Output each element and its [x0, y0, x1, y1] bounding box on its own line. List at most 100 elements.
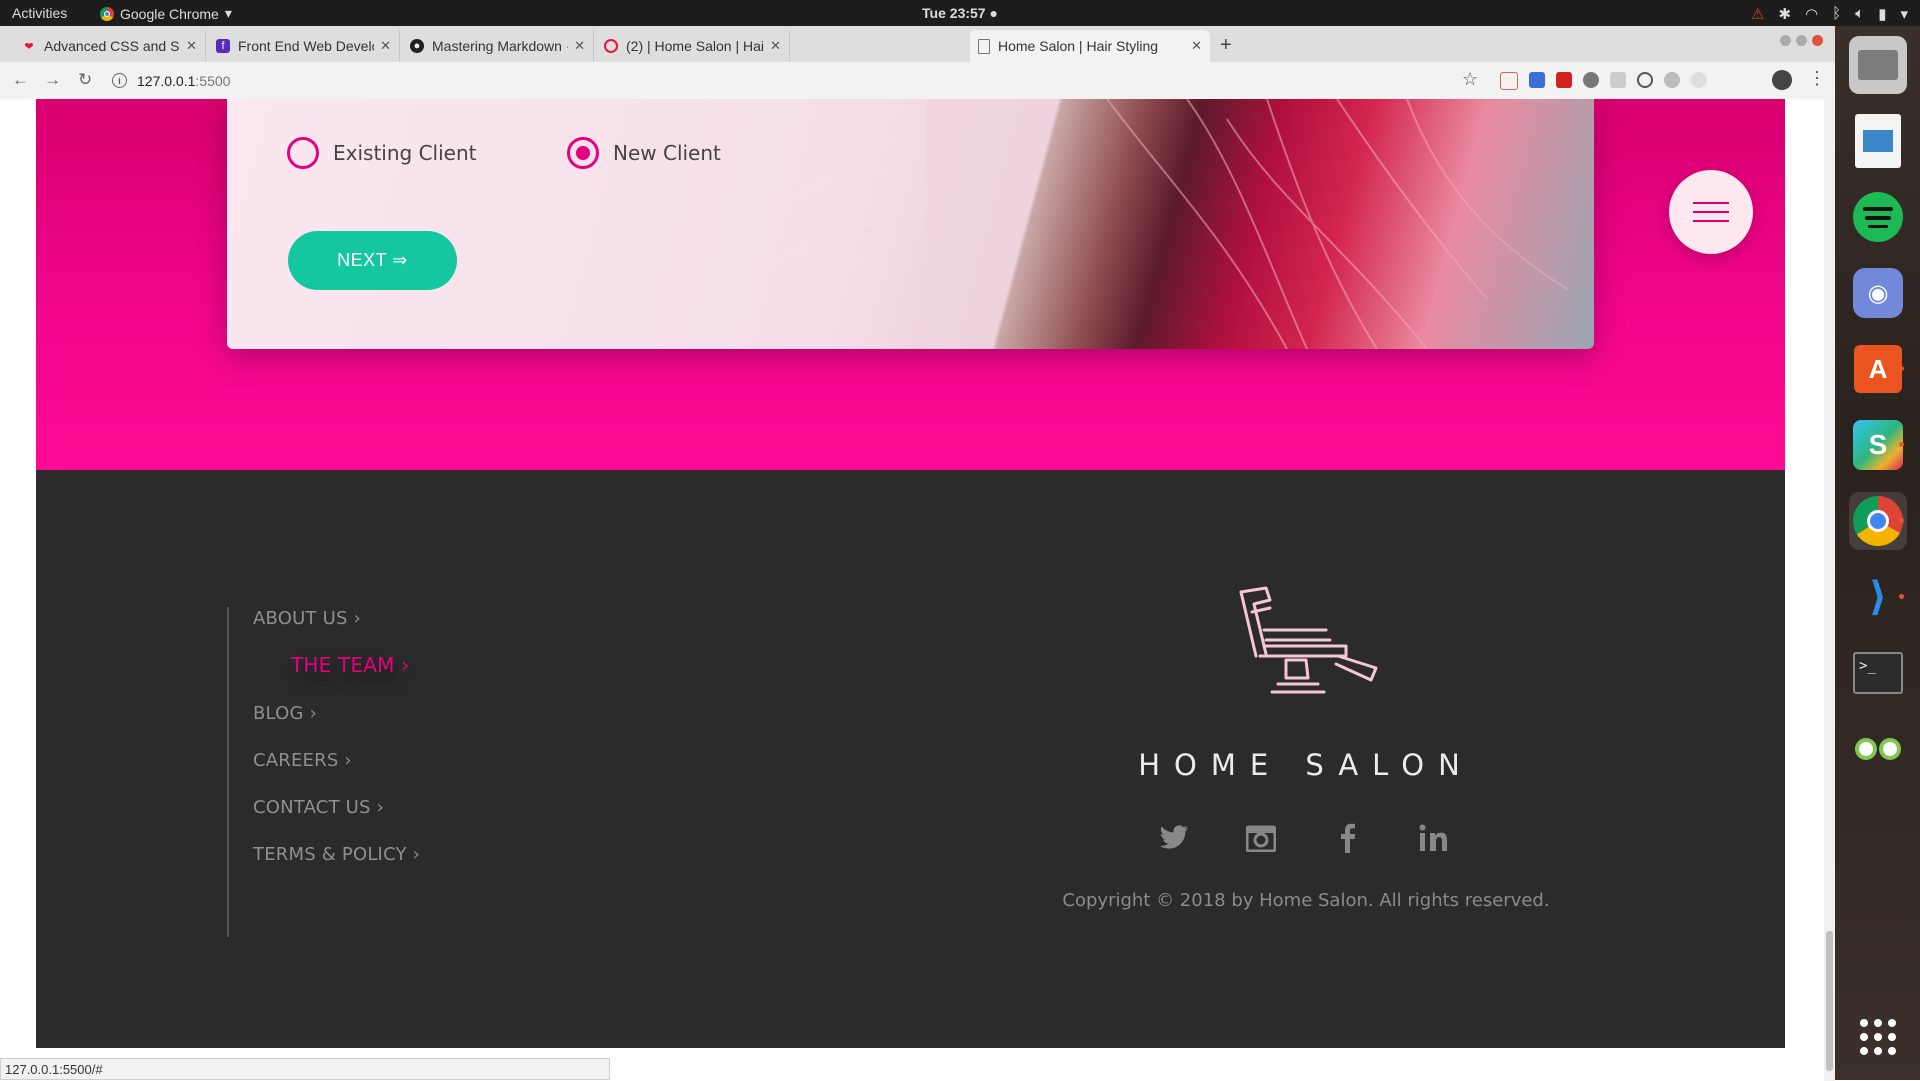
ghost-extension-icon[interactable]	[1691, 72, 1707, 88]
back-arrow-icon[interactable]: ←	[12, 70, 29, 90]
new-client-radio[interactable]: New Client	[567, 137, 721, 169]
image-viewer-icon[interactable]	[1849, 112, 1907, 170]
page: Existing Client New Client NEXT ⇒ ABOUT …	[36, 99, 1785, 1048]
wifi-icon[interactable]: ◠	[1805, 5, 1818, 23]
menu-icon	[1693, 220, 1729, 222]
globe-extension-icon[interactable]	[1583, 72, 1599, 88]
chevron-down-icon[interactable]: ▾	[1900, 5, 1908, 23]
settings-icon[interactable]: ✱	[1779, 5, 1792, 23]
footer: ABOUT US › THE TEAM › BLOG › CAREERS › C…	[36, 470, 1785, 1048]
instagram-icon[interactable]	[1241, 818, 1281, 858]
browser-tab[interactable]: ● Mastering Markdown · Gi ✕	[402, 30, 594, 62]
volume-icon[interactable]: 🔈︎	[1855, 5, 1864, 23]
github-icon: ●	[410, 39, 424, 53]
page-viewport: Existing Client New Client NEXT ⇒ ABOUT …	[0, 99, 1835, 1055]
target-icon	[604, 39, 618, 53]
extensions-area	[1500, 72, 1707, 90]
copyright-text: Copyright © 2018 by Home Salon. All righ…	[1062, 890, 1550, 911]
twitter-icon[interactable]	[1154, 818, 1194, 858]
address-bar[interactable]: i 127.0.0.1:5500	[112, 68, 1452, 93]
tab-title: Home Salon | Hair Styling	[998, 38, 1159, 54]
vscode-icon[interactable]: ⟩	[1849, 568, 1907, 626]
spotify-icon[interactable]	[1849, 188, 1907, 246]
close-icon[interactable]: ✕	[186, 38, 197, 54]
tab-title: (2) | Home Salon | Hair Sty	[626, 38, 764, 54]
close-icon[interactable]: ✕	[770, 38, 781, 54]
maximize-button[interactable]	[1796, 35, 1807, 46]
clock[interactable]: Tue 23:57 ●	[922, 5, 998, 21]
activities-button[interactable]: Activities	[12, 5, 67, 21]
footer-link-about-us[interactable]: ABOUT US ›	[253, 608, 361, 629]
booking-section: Existing Client New Client NEXT ⇒	[36, 99, 1785, 470]
hamburger-menu-button[interactable]	[1669, 170, 1753, 254]
shield-extension-icon[interactable]	[1637, 72, 1653, 88]
chrome-icon[interactable]	[1849, 492, 1907, 550]
browser-tab[interactable]: ❤ Advanced CSS and Sass: F ✕	[14, 30, 206, 62]
browser-tab[interactable]: f Front End Web Developer ✕	[208, 30, 400, 62]
owl-app-icon[interactable]	[1849, 720, 1907, 778]
app-menu[interactable]: Google Chrome ▾	[100, 5, 232, 22]
salon-chair-logo	[1239, 586, 1378, 694]
slack-icon[interactable]: S	[1849, 416, 1907, 474]
booking-card: Existing Client New Client NEXT ⇒	[227, 99, 1594, 349]
close-window-button[interactable]	[1812, 35, 1823, 46]
browser-tab[interactable]: (2) | Home Salon | Hair Sty ✕	[596, 30, 790, 62]
bookmark-star-icon[interactable]: ☆	[1462, 69, 1478, 90]
moon-extension-icon[interactable]	[1664, 72, 1680, 88]
new-tab-button[interactable]: +	[1220, 34, 1232, 57]
facebook-icon[interactable]	[1327, 818, 1367, 858]
course-icon: f	[216, 39, 230, 53]
page-icon	[978, 38, 990, 54]
code-extension-icon[interactable]	[1529, 72, 1545, 88]
footer-link-terms-policy[interactable]: TERMS & POLICY ›	[253, 844, 420, 865]
browser-tab-active[interactable]: Home Salon | Hair Styling ✕	[970, 30, 1210, 62]
app-menu-label: Google Chrome	[120, 5, 219, 22]
app-grid-icon[interactable]	[1849, 1008, 1907, 1066]
footer-link-the-team[interactable]: THE TEAM ›	[291, 653, 409, 677]
close-icon[interactable]: ✕	[380, 38, 391, 54]
close-icon[interactable]: ✕	[1191, 38, 1202, 54]
battery-icon[interactable]: ▮	[1878, 5, 1886, 23]
calendar-extension-icon[interactable]	[1500, 72, 1518, 90]
radio-button-checked[interactable]	[567, 137, 599, 169]
udemy-icon: ❤	[24, 40, 34, 53]
m-extension-icon[interactable]	[1556, 72, 1572, 88]
brand-name: HOME SALON	[1138, 748, 1474, 782]
close-icon[interactable]: ✕	[574, 38, 585, 54]
grid-extension-icon[interactable]	[1610, 72, 1626, 88]
info-icon[interactable]: i	[112, 73, 127, 88]
footer-link-blog[interactable]: BLOG ›	[253, 703, 317, 724]
next-button[interactable]: NEXT ⇒	[288, 231, 457, 290]
scrollbar-thumb[interactable]	[1826, 931, 1833, 1071]
radio-button[interactable]	[287, 137, 319, 169]
more-menu-icon[interactable]: ⋮	[1808, 68, 1826, 89]
bluetooth-icon[interactable]: ᛒ	[1832, 5, 1841, 23]
social-links	[1154, 818, 1454, 858]
linkedin-icon[interactable]	[1414, 818, 1454, 858]
footer-link-contact-us[interactable]: CONTACT US ›	[253, 797, 384, 818]
forward-arrow-icon[interactable]: →	[44, 70, 61, 90]
tab-title: Advanced CSS and Sass: F	[44, 38, 180, 54]
window-controls	[1780, 35, 1823, 46]
ubuntu-dock: ◉ A S ⟩ >_	[1835, 26, 1920, 1080]
page-scrollbar[interactable]	[1824, 99, 1835, 1081]
profile-avatar[interactable]	[1772, 70, 1792, 90]
chevron-down-icon: ▾	[224, 5, 232, 21]
menu-icon	[1693, 202, 1729, 204]
chrome-icon	[100, 6, 114, 21]
warning-icon[interactable]: ⚠	[1751, 5, 1764, 23]
system-tray[interactable]: ⚠ ✱ ◠ ᛒ 🔈︎ ▮ ▾	[1751, 5, 1908, 23]
radio-label: Existing Client	[333, 141, 477, 165]
footer-link-careers[interactable]: CAREERS ›	[253, 750, 352, 771]
minimize-button[interactable]	[1780, 35, 1791, 46]
files-icon[interactable]	[1849, 36, 1907, 94]
discord-icon[interactable]: ◉	[1849, 264, 1907, 322]
url-port: :5500	[195, 72, 231, 89]
terminal-icon[interactable]: >_	[1849, 644, 1907, 702]
reload-icon[interactable]: ↻	[78, 70, 92, 90]
existing-client-radio[interactable]: Existing Client	[287, 137, 476, 169]
browser-tab-strip: ❤ Advanced CSS and Sass: F ✕ f Front End…	[0, 26, 1835, 62]
status-url-bubble: 127.0.0.1:5500/#	[0, 1058, 610, 1080]
software-center-icon[interactable]: A	[1849, 340, 1907, 398]
tab-title: Mastering Markdown · Gi	[432, 38, 568, 54]
